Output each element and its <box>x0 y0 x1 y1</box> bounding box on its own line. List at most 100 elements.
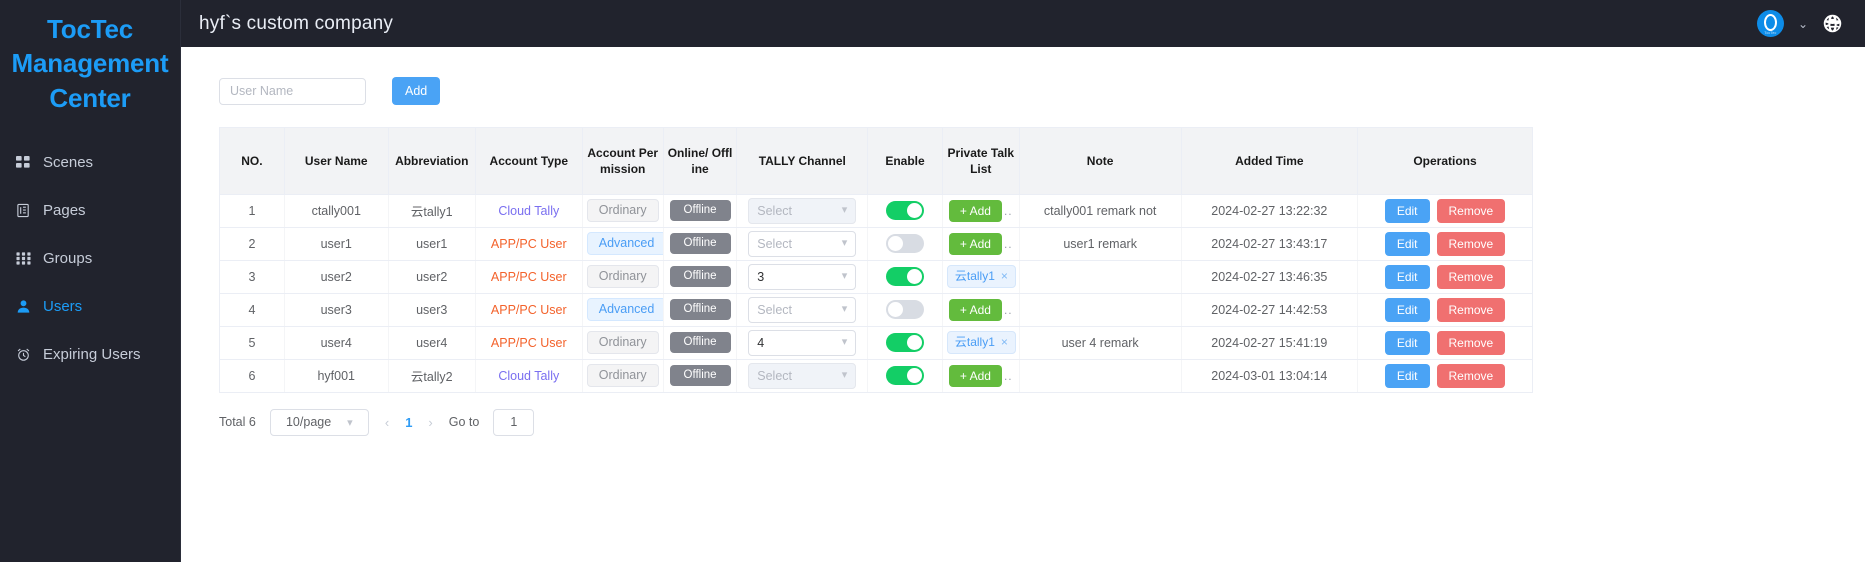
search-input[interactable] <box>219 77 366 105</box>
tally-channel-select[interactable]: 4 ▾ <box>748 329 857 356</box>
cell-private-talk-list[interactable]: 云tally1 × <box>942 326 1020 360</box>
sidebar-item-expiring-users[interactable]: Expiring Users <box>0 331 180 379</box>
private-talk-overflow-ellipsis[interactable]: .. <box>1004 369 1013 383</box>
tally-channel-select[interactable]: 3 ▾ <box>748 263 857 290</box>
edit-button[interactable]: Edit <box>1384 330 1430 355</box>
permission-badge[interactable]: Advanced <box>586 232 663 255</box>
page-number-1[interactable]: 1 <box>405 415 412 430</box>
cell-tally-channel[interactable]: Select ▾ <box>736 194 869 228</box>
enable-toggle[interactable] <box>886 333 925 352</box>
edit-button[interactable]: Edit <box>1384 231 1430 256</box>
close-icon[interactable]: × <box>1001 269 1008 285</box>
add-user-button[interactable]: Add <box>392 77 441 105</box>
cell-tally-channel[interactable]: 3 ▾ <box>736 260 869 294</box>
private-talk-overflow-ellipsis[interactable]: .. <box>1004 204 1013 218</box>
enable-toggle[interactable] <box>886 267 925 286</box>
cell-operations[interactable]: Edit Remove <box>1357 227 1532 261</box>
cell-operations[interactable]: Edit Remove <box>1357 359 1532 393</box>
chevron-down-icon: ▾ <box>347 416 353 429</box>
page-size-select[interactable]: 10/page ▾ <box>269 408 369 436</box>
cell-operations[interactable]: Edit Remove <box>1357 194 1532 228</box>
cell-private-talk-list[interactable]: + Add.. <box>942 293 1020 327</box>
tally-channel-select[interactable]: Select ▾ <box>748 197 857 224</box>
enable-toggle[interactable] <box>886 201 925 220</box>
edit-button[interactable]: Edit <box>1384 198 1430 223</box>
cell-enable[interactable] <box>867 326 943 360</box>
permission-badge[interactable]: Ordinary <box>586 364 659 387</box>
cell-account-permission[interactable]: Ordinary <box>582 194 664 228</box>
remove-button[interactable]: Remove <box>1436 231 1506 256</box>
private-talk-tag[interactable]: 云tally1 × <box>946 264 1016 289</box>
private-talk-tag[interactable]: 云tally1 × <box>946 330 1016 355</box>
grid-3x3-icon <box>15 251 31 267</box>
close-icon[interactable]: × <box>1001 335 1008 351</box>
column-header-account-type: Account Type <box>475 128 583 195</box>
enable-toggle[interactable] <box>886 234 925 253</box>
edit-button[interactable]: Edit <box>1384 297 1430 322</box>
add-private-talk-button[interactable]: + Add <box>948 364 1002 387</box>
sidebar-item-users[interactable]: Users <box>0 283 180 331</box>
cell-private-talk-list[interactable]: + Add.. <box>942 359 1020 393</box>
total-count-label: Total 6 <box>219 415 256 429</box>
enable-toggle[interactable] <box>886 300 925 319</box>
chevron-down-icon[interactable]: ⌄ <box>1798 18 1808 30</box>
cell-operations[interactable]: Edit Remove <box>1357 260 1532 294</box>
tally-channel-select[interactable]: Select ▾ <box>748 230 857 257</box>
remove-button[interactable]: Remove <box>1436 297 1506 322</box>
cell-account-permission[interactable]: Ordinary <box>582 359 664 393</box>
permission-badge[interactable]: Ordinary <box>586 265 659 288</box>
cell-operations[interactable]: Edit Remove <box>1357 326 1532 360</box>
enable-toggle[interactable] <box>886 366 925 385</box>
cell-tally-channel[interactable]: 4 ▾ <box>736 326 869 360</box>
cell-account-permission[interactable]: Ordinary <box>582 326 664 360</box>
sidebar-item-scenes[interactable]: Scenes <box>0 139 180 187</box>
remove-button[interactable]: Remove <box>1436 264 1506 289</box>
cell-account-permission[interactable]: Advanced.. <box>582 293 664 327</box>
cell-enable[interactable] <box>867 293 943 327</box>
edit-button[interactable]: Edit <box>1384 264 1430 289</box>
permission-badge[interactable]: Advanced <box>586 298 663 321</box>
goto-page-input[interactable] <box>493 408 535 436</box>
cell-operations[interactable]: Edit Remove <box>1357 293 1532 327</box>
add-private-talk-button[interactable]: + Add <box>948 298 1002 321</box>
cell-abbreviation: user2 <box>388 260 476 294</box>
sidebar-item-label: Users <box>43 298 83 316</box>
tally-channel-select[interactable]: Select ▾ <box>748 296 857 323</box>
avatar[interactable]: TocTec <box>1756 10 1784 37</box>
permission-badge[interactable]: Ordinary <box>586 331 659 354</box>
cell-tally-channel[interactable]: Select ▾ <box>736 293 869 327</box>
cell-private-talk-list[interactable]: + Add.. <box>942 194 1020 228</box>
edit-button[interactable]: Edit <box>1384 363 1430 388</box>
sidebar-item-groups[interactable]: Groups <box>0 235 180 283</box>
tally-channel-select[interactable]: Select ▾ <box>748 362 857 389</box>
cell-enable[interactable] <box>867 260 943 294</box>
private-talk-overflow-ellipsis[interactable]: .. <box>1004 303 1013 317</box>
cell-enable[interactable] <box>867 227 943 261</box>
cell-account-permission[interactable]: Advanced.. <box>582 227 664 261</box>
private-talk-tag-label: 云tally1 <box>954 334 995 349</box>
prev-page-button[interactable]: ‹ <box>383 415 391 430</box>
cell-tally-channel[interactable]: Select ▾ <box>736 227 869 261</box>
cell-tally-channel[interactable]: Select ▾ <box>736 359 869 393</box>
cell-added-time: 2024-02-27 13:43:17 <box>1181 227 1359 261</box>
private-talk-overflow-ellipsis[interactable]: .. <box>1004 237 1013 251</box>
permission-badge[interactable]: Ordinary <box>586 199 659 222</box>
remove-button[interactable]: Remove <box>1436 363 1506 388</box>
add-private-talk-button[interactable]: + Add <box>948 199 1002 222</box>
sidebar-item-pages[interactable]: Pages <box>0 187 180 235</box>
cell-enable[interactable] <box>867 359 943 393</box>
row-number: 3 <box>248 269 256 284</box>
next-page-button[interactable]: › <box>426 415 434 430</box>
add-private-talk-button[interactable]: + Add <box>948 232 1002 255</box>
remove-button[interactable]: Remove <box>1436 198 1506 223</box>
remove-button[interactable]: Remove <box>1436 330 1506 355</box>
cell-private-talk-list[interactable]: 云tally1 × <box>942 260 1020 294</box>
cell-enable[interactable] <box>867 194 943 228</box>
row-number: 6 <box>248 368 256 383</box>
row-account-type: APP/PC User <box>490 236 567 251</box>
cell-account-permission[interactable]: Ordinary <box>582 260 664 294</box>
tally-channel-value: 4 <box>757 335 765 350</box>
cell-note <box>1019 260 1182 294</box>
cell-private-talk-list[interactable]: + Add.. <box>942 227 1020 261</box>
globe-icon[interactable] <box>1822 13 1843 34</box>
